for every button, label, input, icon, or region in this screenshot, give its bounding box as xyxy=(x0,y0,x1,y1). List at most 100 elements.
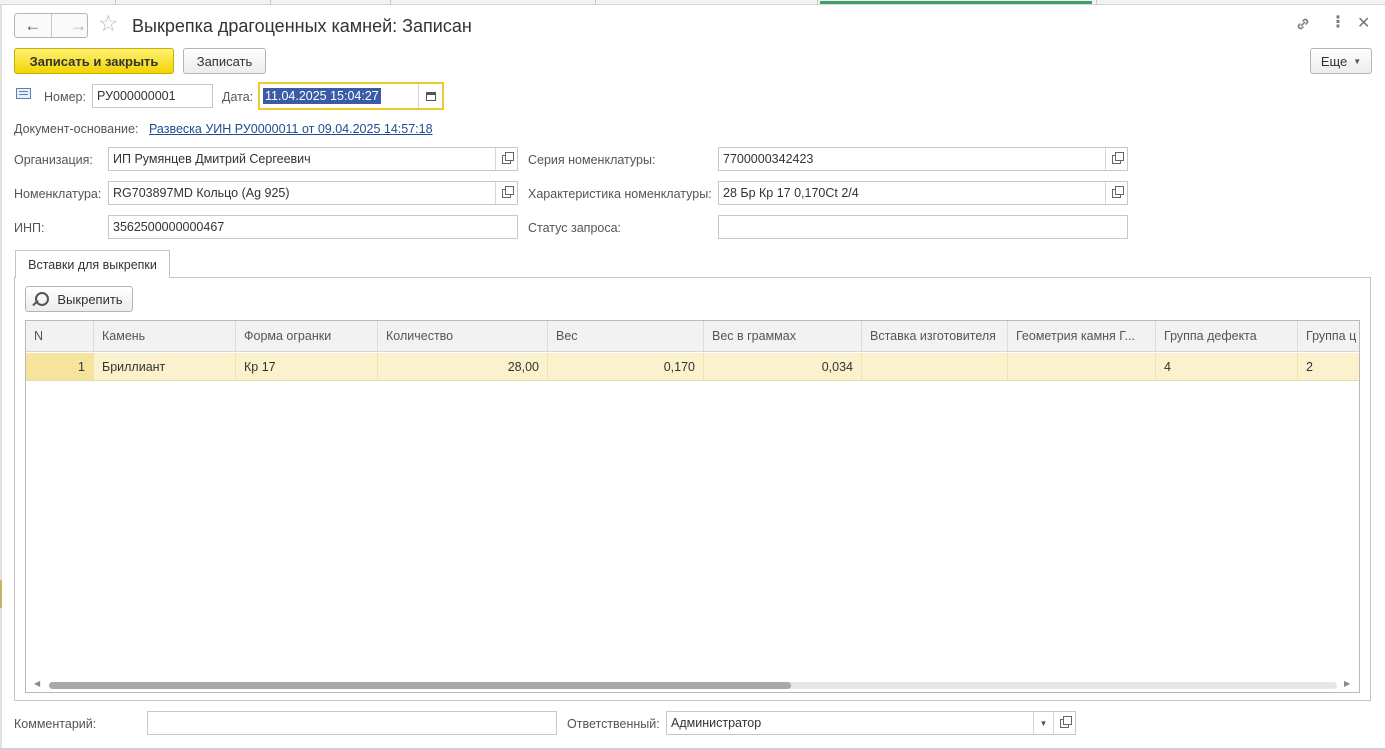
characteristic-label: Характеристика номенклатуры: xyxy=(528,187,712,201)
cell-defect-group: 4 xyxy=(1156,353,1298,380)
organization-label: Организация: xyxy=(14,153,93,167)
nomenclature-open-button[interactable] xyxy=(495,182,517,204)
more-button[interactable]: Еще ▼ xyxy=(1310,48,1372,74)
inp-field[interactable]: 3562500000000467 xyxy=(108,215,518,239)
inp-value: 3562500000000467 xyxy=(113,220,225,234)
tab-separator xyxy=(270,0,271,5)
responsible-open-button[interactable] xyxy=(1053,712,1075,734)
nomenclature-field[interactable]: RG703897MD Кольцо (Ag 925) xyxy=(108,181,518,205)
window-tab-strip xyxy=(0,0,1385,5)
active-window-tab[interactable] xyxy=(820,1,1092,4)
open-form-icon xyxy=(1060,715,1072,728)
calendar-button[interactable] xyxy=(418,84,442,108)
cell-n: 1 xyxy=(26,353,94,380)
save-and-close-label: Записать и закрыть xyxy=(29,53,159,69)
cell-weight: 0,170 xyxy=(548,353,704,380)
date-field[interactable]: 11.04.2025 15:04:27 xyxy=(258,82,444,110)
series-value: 7700000342423 xyxy=(723,152,814,166)
unpin-icon xyxy=(35,292,50,306)
cell-weight-grams: 0,034 xyxy=(704,353,862,380)
left-edge xyxy=(0,5,2,750)
more-label: Еще xyxy=(1320,53,1348,69)
unpin-button[interactable]: Выкрепить xyxy=(25,286,133,312)
inp-label: ИНП: xyxy=(14,221,45,235)
responsible-label: Ответственный: xyxy=(567,717,660,731)
column-header-weight-grams[interactable]: Вес в граммах xyxy=(704,321,862,351)
page-title: Выкрепка драгоценных камней: Записан xyxy=(132,16,472,36)
left-edge-marker xyxy=(0,580,2,608)
table-row[interactable]: 1 Бриллиант Кр 17 28,00 0,170 0,034 4 2 xyxy=(26,353,1359,381)
table-header: N Камень Форма огранки Количество Вес Ве… xyxy=(26,321,1359,352)
more-vertical-icon[interactable]: ⋮ xyxy=(1330,15,1346,31)
horizontal-scrollbar[interactable]: ◀ ▶ xyxy=(26,677,1359,692)
comment-field[interactable] xyxy=(147,711,557,735)
comment-label: Комментарий: xyxy=(14,717,97,731)
cell-quantity: 28,00 xyxy=(378,353,548,380)
chevron-down-icon: ▼ xyxy=(1353,56,1362,66)
open-form-icon xyxy=(1112,185,1124,198)
inserts-table[interactable]: N Камень Форма огранки Количество Вес Ве… xyxy=(25,320,1360,693)
number-value: РУ000000001 xyxy=(97,89,176,103)
scroll-track[interactable] xyxy=(49,682,1337,689)
series-field[interactable]: 7700000342423 xyxy=(718,147,1128,171)
date-value: 11.04.2025 15:04:27 xyxy=(263,88,381,104)
tab-separator xyxy=(115,0,116,5)
responsible-value: Администратор xyxy=(671,716,762,730)
scroll-right-icon[interactable]: ▶ xyxy=(1344,679,1350,688)
save-label: Записать xyxy=(196,53,253,69)
date-label: Дата: xyxy=(222,90,254,104)
column-header-maker-insert[interactable]: Вставка изготовителя xyxy=(862,321,1008,351)
tab-inserts[interactable]: Вставки для выкрепки xyxy=(15,250,170,278)
calendar-icon xyxy=(425,91,436,101)
tab-separator xyxy=(595,0,596,5)
save-button[interactable]: Записать xyxy=(183,48,266,74)
column-header-stone[interactable]: Камень xyxy=(94,321,236,351)
column-header-n[interactable]: N xyxy=(26,321,94,351)
number-label: Номер: xyxy=(44,90,86,104)
arrow-right-icon[interactable]: → xyxy=(50,14,87,37)
organization-open-button[interactable] xyxy=(495,148,517,170)
tab-inserts-label: Вставки для выкрепки xyxy=(28,257,157,272)
organization-field[interactable]: ИП Румянцев Дмитрий Сергеевич xyxy=(108,147,518,171)
status-label: Статус запроса: xyxy=(528,221,622,235)
save-and-close-button[interactable]: Записать и закрыть xyxy=(14,48,174,74)
arrow-left-icon[interactable]: ← xyxy=(15,14,51,37)
responsible-dropdown-button[interactable]: ▼ xyxy=(1033,712,1053,734)
basis-document-label: Документ-основание: xyxy=(14,122,139,136)
status-field[interactable] xyxy=(718,215,1128,239)
cell-color-group: 2 xyxy=(1298,353,1359,380)
nomenclature-value: RG703897MD Кольцо (Ag 925) xyxy=(113,186,290,200)
column-header-weight[interactable]: Вес xyxy=(548,321,704,351)
scroll-left-icon[interactable]: ◀ xyxy=(34,679,40,688)
basis-document-link[interactable]: Развеска УИН РУ0000011 от 09.04.2025 14:… xyxy=(149,122,433,136)
tab-separator xyxy=(817,0,818,5)
organization-value: ИП Румянцев Дмитрий Сергеевич xyxy=(113,152,311,166)
close-icon[interactable]: ✕ xyxy=(1357,16,1370,32)
column-header-cut[interactable]: Форма огранки xyxy=(236,321,378,351)
column-header-defect-group[interactable]: Группа дефекта xyxy=(1156,321,1298,351)
link-icon[interactable] xyxy=(1295,16,1311,35)
unpin-label: Выкрепить xyxy=(57,291,123,307)
cell-geometry xyxy=(1008,353,1156,380)
series-open-button[interactable] xyxy=(1105,148,1127,170)
responsible-field[interactable]: Администратор ▼ xyxy=(666,711,1076,735)
star-icon[interactable]: ☆ xyxy=(98,12,119,35)
chevron-down-icon: ▼ xyxy=(1039,718,1048,728)
characteristic-field[interactable]: 28 Бр Кр 17 0,170Ct 2/4 xyxy=(718,181,1128,205)
cell-cut: Кр 17 xyxy=(236,353,378,380)
column-header-color-group[interactable]: Группа ц xyxy=(1298,321,1359,351)
series-label: Серия номенклатуры: xyxy=(528,153,656,167)
open-form-icon xyxy=(502,151,514,164)
cell-maker-insert xyxy=(862,353,1008,380)
open-form-icon xyxy=(1112,151,1124,164)
nomenclature-label: Номенклатура: xyxy=(14,187,102,201)
tab-separator xyxy=(390,0,391,5)
number-field[interactable]: РУ000000001 xyxy=(92,84,213,108)
scroll-thumb[interactable] xyxy=(49,682,791,689)
open-form-icon xyxy=(502,185,514,198)
column-header-geometry[interactable]: Геометрия камня Г... xyxy=(1008,321,1156,351)
characteristic-open-button[interactable] xyxy=(1105,182,1127,204)
cell-stone: Бриллиант xyxy=(94,353,236,380)
column-header-quantity[interactable]: Количество xyxy=(378,321,548,351)
document-icon xyxy=(16,88,31,99)
